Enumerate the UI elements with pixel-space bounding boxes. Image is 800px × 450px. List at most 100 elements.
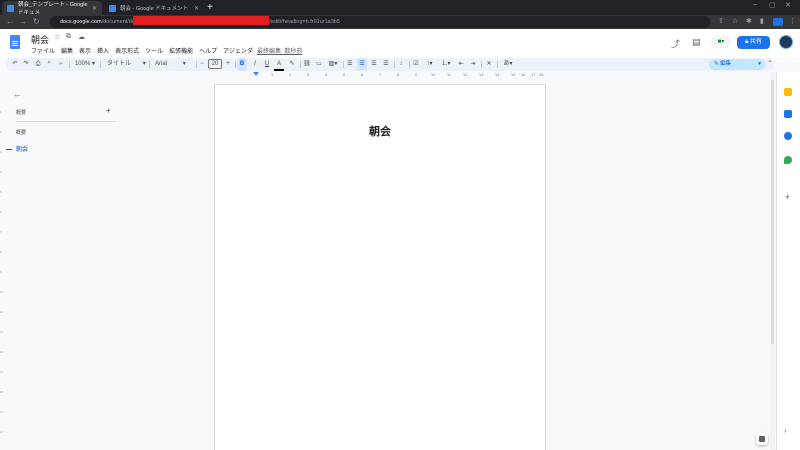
outline-divider — [16, 121, 116, 122]
vruler-tick: 7 — [0, 230, 2, 234]
activity-trend-icon[interactable]: ⤴ — [671, 37, 680, 50]
text-color-button[interactable]: A — [274, 58, 284, 71]
indent-marker-icon[interactable] — [253, 72, 259, 76]
browser-tab-template[interactable]: 朝会_テンプレート - Google ドキュメ ✕ — [2, 1, 102, 16]
url-path: /document/d/ — [101, 19, 134, 25]
maps-icon[interactable] — [784, 156, 792, 164]
reload-icon[interactable]: ↻ — [33, 16, 40, 28]
close-window-button[interactable]: ✕ — [785, 1, 791, 9]
move-folder-icon[interactable]: ⧉ — [66, 33, 71, 41]
increase-indent-icon[interactable]: ⇥ — [468, 58, 478, 71]
bold-button[interactable]: B — [237, 58, 247, 71]
numbered-list-icon[interactable]: ⒈▾ — [439, 58, 453, 71]
share-page-icon[interactable]: ⇪ — [718, 16, 724, 28]
ruler-tick: 4 — [325, 72, 328, 77]
star-icon[interactable]: ☆ — [54, 33, 60, 41]
vruler-tick: 15 — [0, 390, 4, 394]
document-page[interactable]: 朝会 — [215, 85, 545, 450]
decrease-indent-icon[interactable]: ⇤ — [456, 58, 466, 71]
menu-insert[interactable]: 挿入 — [97, 46, 109, 55]
align-justify-icon[interactable]: ☰ — [381, 58, 391, 71]
line-spacing-icon[interactable]: ↕ — [396, 58, 406, 71]
zoom-value: 100% — [74, 61, 91, 67]
input-tools-icon[interactable]: あ▾ — [500, 58, 516, 71]
checklist-icon[interactable]: ☑ — [411, 58, 421, 71]
meet-dropdown-icon: ▾ — [721, 39, 725, 45]
ruler-tick: 15 — [511, 72, 516, 77]
font-size-increase-button[interactable]: + — [224, 58, 232, 71]
menu-view[interactable]: 表示 — [79, 46, 91, 55]
align-right-icon[interactable]: ☰ — [369, 58, 379, 71]
tab-close-icon[interactable]: ✕ — [194, 5, 199, 12]
zoom-select[interactable]: 100% ▾ — [73, 58, 97, 71]
editing-mode-select[interactable]: ✎ 編集 ▾ — [709, 59, 765, 70]
vertical-ruler[interactable]: 1 2 3 4 5 6 7 8 9 10 11 12 13 14 15 16 17 — [0, 80, 4, 450]
menu-extensions[interactable]: 拡張機能 — [169, 46, 193, 55]
menu-agenda[interactable]: アジェンダ — [223, 46, 253, 55]
browser-tab-title: 朝会 - Google ドキュメント — [120, 6, 189, 12]
style-select[interactable]: タイトル ▾ — [104, 58, 148, 71]
document-title[interactable]: 朝会 — [31, 33, 49, 46]
address-bar[interactable]: docs.google.com/document/d/ /edit#heading… — [50, 16, 710, 28]
avatar[interactable] — [779, 35, 793, 49]
print-icon[interactable]: ⎙ — [33, 58, 43, 71]
highlight-icon[interactable]: ✎ — [287, 58, 297, 71]
last-edit-link[interactable]: 最終編集: 数秒前 — [257, 46, 302, 55]
docs-logo-icon[interactable] — [10, 35, 20, 49]
add-summary-button[interactable]: + — [106, 106, 111, 115]
browser-tab-asakai[interactable]: 朝会 - Google ドキュメント ✕ — [104, 1, 204, 15]
toolbar-divider — [394, 61, 395, 68]
share-button[interactable]: 🔒︎ 共有 — [737, 36, 770, 49]
font-size-decrease-button[interactable]: − — [198, 58, 206, 71]
tab-close-icon[interactable]: ✕ — [92, 5, 97, 12]
vruler-tick: 5 — [0, 190, 2, 194]
side-panel-icon[interactable]: ▮ — [760, 16, 764, 28]
tasks-icon[interactable] — [784, 110, 792, 118]
horizontal-ruler[interactable]: 1 2 3 4 5 6 7 8 9 10 11 12 13 14 15 16 1… — [215, 72, 545, 78]
menu-help[interactable]: ヘルプ — [199, 46, 217, 55]
keep-icon[interactable] — [784, 88, 792, 96]
menu-tools[interactable]: ツール — [145, 46, 163, 55]
comments-icon[interactable]: ▤ — [692, 37, 701, 48]
contacts-icon[interactable] — [784, 132, 792, 140]
font-select[interactable]: Arial ▾ — [152, 58, 194, 71]
chrome-menu-icon[interactable]: ⋮ — [789, 16, 796, 28]
menu-format[interactable]: 表示形式 — [115, 46, 139, 55]
get-addons-button[interactable]: + — [785, 192, 790, 202]
spellcheck-icon[interactable]: ᴬ — [44, 58, 54, 71]
collapse-menus-icon[interactable]: ⌃ — [766, 58, 774, 71]
add-comment-icon[interactable]: ▭ — [314, 58, 324, 71]
align-left-icon[interactable]: ☰ — [345, 58, 355, 71]
menu-edit[interactable]: 編集 — [61, 46, 73, 55]
outline-item[interactable]: 朝会 — [6, 144, 28, 153]
menu-file[interactable]: ファイル — [31, 46, 55, 55]
expand-panel-icon[interactable]: › — [784, 428, 786, 435]
underline-button[interactable]: U — [262, 58, 272, 71]
profile-icon[interactable] — [773, 18, 783, 26]
insert-image-icon[interactable]: ▨▾ — [326, 58, 340, 71]
scrollbar-thumb[interactable] — [771, 80, 774, 344]
maximize-button[interactable]: ▢ — [769, 1, 776, 9]
font-size-input[interactable]: 20 — [208, 59, 222, 69]
insert-link-icon[interactable]: ⛓ — [302, 58, 312, 71]
redo-icon[interactable]: ↷ — [21, 58, 31, 71]
ruler-tick: 12 — [463, 72, 468, 77]
italic-button[interactable]: I — [250, 58, 260, 71]
new-tab-button[interactable]: + — [207, 1, 213, 14]
forward-arrow-icon[interactable]: → — [19, 16, 27, 28]
undo-icon[interactable]: ↶ — [10, 58, 20, 71]
align-center-icon[interactable]: ☰ — [357, 58, 367, 71]
bulleted-list-icon[interactable]: ⁝▾ — [423, 58, 437, 71]
paint-format-icon[interactable]: ⌐ — [56, 58, 66, 71]
minimize-button[interactable]: – — [753, 1, 757, 8]
page-heading[interactable]: 朝会 — [215, 123, 545, 139]
close-outline-arrow-icon[interactable]: ← — [13, 89, 22, 99]
meet-button[interactable]: ■▾ — [711, 36, 731, 48]
vruler-tick: 12 — [0, 330, 4, 334]
clear-formatting-icon[interactable]: ✕ — [484, 58, 494, 71]
extensions-icon[interactable]: ✱ — [746, 16, 752, 28]
back-arrow-icon[interactable]: ← — [6, 16, 14, 28]
bookmark-star-icon[interactable]: ☆ — [732, 16, 738, 28]
explore-button[interactable] — [756, 433, 768, 445]
cloud-status-icon[interactable]: ☁ — [78, 33, 85, 41]
